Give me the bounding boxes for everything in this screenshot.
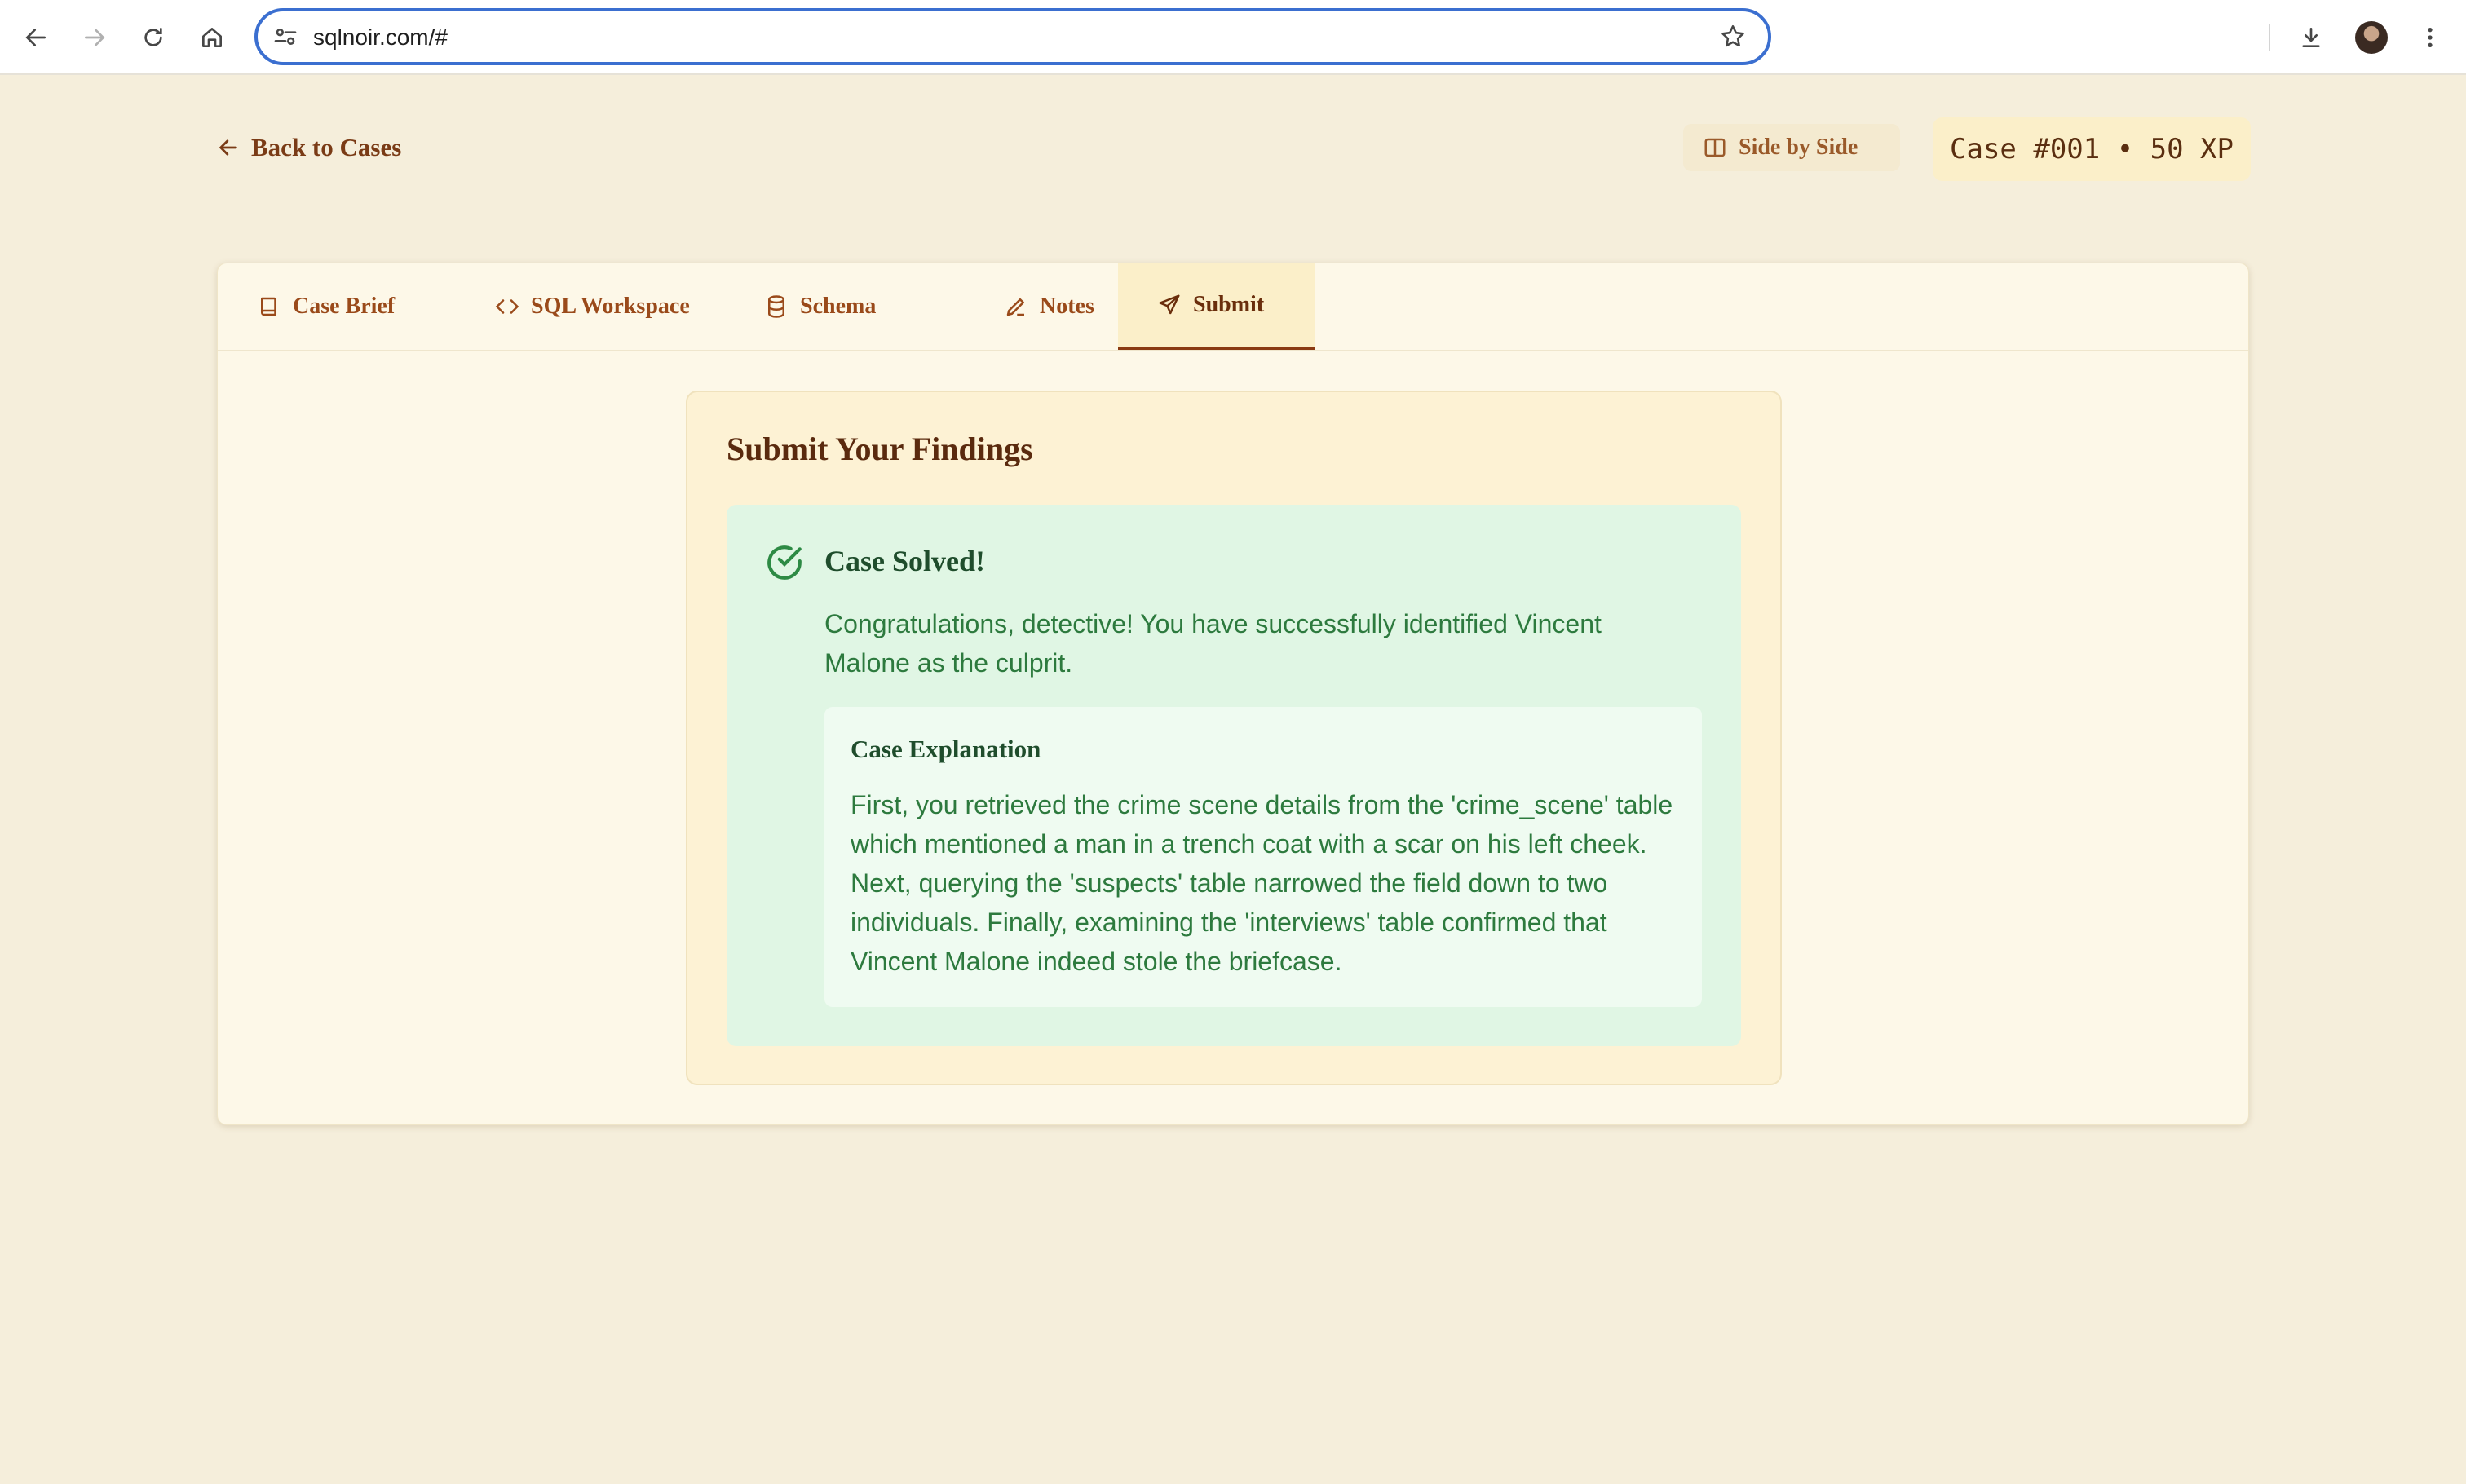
check-circle-icon: [767, 545, 802, 580]
download-icon: [2302, 28, 2320, 47]
back-to-cases-label: Back to Cases: [251, 133, 402, 161]
url-text[interactable]: sqlnoir.com/#: [313, 24, 448, 51]
case-card: Case Brief SQL Workspace Schema Notes Su…: [217, 263, 2249, 1125]
columns-icon: [1704, 138, 1726, 157]
more-vert-icon: [2428, 28, 2433, 47]
case-solved-message: Congratulations, detective! You have suc…: [824, 609, 1602, 678]
case-solved-heading: Case Solved!: [824, 545, 985, 577]
tab-schema[interactable]: Schema: [725, 263, 915, 350]
arrow-left-icon: [219, 139, 237, 156]
address-bar[interactable]: sqlnoir.com/#: [254, 8, 1771, 65]
back-to-cases-link[interactable]: Back to Cases: [217, 127, 401, 168]
tab-label: Schema: [800, 294, 877, 319]
database-icon: [768, 295, 784, 318]
reload-icon: [144, 28, 162, 46]
tab-notes[interactable]: Notes: [965, 263, 1134, 350]
tab-label: Submit: [1193, 292, 1265, 317]
browser-toolbar: sqlnoir.com/#: [0, 0, 2466, 75]
submit-panel: Submit Your Findings Case Solved! Congra…: [686, 391, 1782, 1085]
success-message-box: Case Solved! Congratulations, detective!…: [727, 505, 1741, 1046]
arrow-left-icon: [25, 29, 46, 46]
side-by-side-label: Side by Side: [1739, 135, 1858, 160]
submit-title: Submit Your Findings: [727, 431, 1033, 467]
profile-avatar[interactable]: [2355, 21, 2388, 54]
home-button[interactable]: [192, 18, 232, 57]
case-explanation-text: First, you retrieved the crime scene det…: [851, 790, 1673, 976]
case-badge: Case #001 • 50 XP: [1933, 117, 2251, 181]
send-icon: [1159, 294, 1180, 315]
browser-menu-button[interactable]: [2411, 18, 2450, 57]
code-icon: [495, 299, 519, 314]
toolbar-divider: [2269, 24, 2270, 51]
star-icon[interactable]: [1719, 23, 1747, 51]
tab-label: Case Brief: [293, 294, 396, 319]
tab-bar: Case Brief SQL Workspace Schema Notes Su…: [218, 263, 2248, 351]
tab-sql-workspace[interactable]: SQL Workspace: [456, 263, 729, 350]
book-icon: [261, 297, 276, 316]
tab-case-brief[interactable]: Case Brief: [218, 263, 434, 350]
case-explanation-box: Case Explanation First, you retrieved th…: [824, 707, 1702, 1007]
pencil-icon: [1006, 298, 1024, 316]
downloads-button[interactable]: [2291, 18, 2331, 57]
side-by-side-button[interactable]: Side by Side: [1683, 124, 1900, 171]
arrow-right-icon: [85, 29, 105, 46]
home-icon: [202, 28, 222, 47]
reload-button[interactable]: [134, 18, 173, 57]
forward-nav-button[interactable]: [75, 18, 114, 57]
back-nav-button[interactable]: [16, 18, 55, 57]
tab-submit[interactable]: Submit: [1118, 263, 1315, 350]
tab-label: Notes: [1040, 294, 1094, 319]
tune-icon[interactable]: [272, 24, 298, 50]
case-explanation-heading: Case Explanation: [851, 735, 1041, 763]
tab-label: SQL Workspace: [531, 294, 690, 319]
